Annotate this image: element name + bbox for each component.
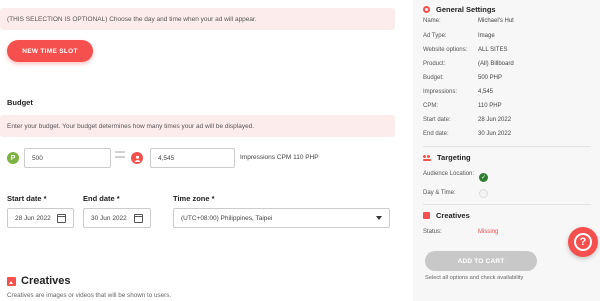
- divider: [423, 146, 591, 147]
- summary-value: 110 PHP: [478, 103, 502, 109]
- summary-key: Start date:: [423, 117, 451, 123]
- pending-icon: [479, 189, 488, 198]
- summary-value: 28 Jun 2022: [478, 117, 512, 123]
- creatives-summary-heading: Creatives: [423, 211, 470, 220]
- impressions-cpm-label: Impressions CPM 110 PHP: [240, 154, 319, 161]
- summary-key: Name:: [423, 18, 441, 24]
- summary-value: 30 Jun 2022: [478, 131, 512, 137]
- equals-icon: [115, 151, 125, 161]
- summary-key: End date:: [423, 131, 449, 137]
- targeting-title: Targeting: [437, 153, 471, 162]
- calendar-icon[interactable]: [134, 213, 143, 223]
- general-settings-title: General Settings: [436, 5, 496, 14]
- creatives-summary-title: Creatives: [436, 211, 470, 220]
- divider: [423, 204, 591, 205]
- summary-value: 500 PHP: [478, 75, 503, 81]
- creatives-heading-text: Creatives: [21, 275, 71, 287]
- budget-heading: Budget: [7, 98, 33, 107]
- creatives-heading: Creatives: [7, 275, 71, 287]
- user-icon: [131, 152, 143, 164]
- budget-note: Enter your budget. Your budget determine…: [0, 115, 395, 137]
- start-date-value: 28 Jun 2022: [15, 214, 51, 222]
- help-icon: ?: [574, 233, 592, 251]
- audience-location-label: Audience Location:: [423, 171, 475, 177]
- budget-input[interactable]: 500: [24, 148, 111, 168]
- budget-input-value: 500: [32, 154, 43, 162]
- summary-value: Image: [478, 33, 495, 39]
- summary-key: Ad Type:: [423, 33, 447, 39]
- budget-note-text: Enter your budget. Your budget determine…: [7, 122, 255, 130]
- creatives-subtext: Creatives are images or videos that will…: [7, 292, 172, 299]
- summary-value: Michael's Hut: [478, 18, 514, 24]
- gear-icon: [423, 6, 430, 13]
- day-time-label: Day & Time:: [423, 190, 456, 196]
- summary-value: 4,545: [478, 89, 494, 95]
- main-form: (THIS SELECTION IS OPTIONAL) Choose the …: [0, 0, 405, 301]
- summary-value: (All) Billboard: [478, 61, 514, 67]
- new-time-slot-button[interactable]: NEW TIME SLOT: [7, 40, 93, 62]
- end-date-input[interactable]: 30 Jun 2022: [83, 208, 151, 228]
- calendar-icon[interactable]: [57, 213, 66, 223]
- status-label: Status:: [423, 229, 442, 235]
- status-value: Missing: [478, 229, 499, 235]
- timezone-select[interactable]: (UTC+08:00) Philippines, Taipei: [173, 208, 390, 228]
- end-date-label: End date *: [83, 194, 120, 203]
- summary-key: CPM:: [423, 103, 438, 109]
- add-to-cart-button[interactable]: ADD TO CART: [425, 251, 537, 271]
- general-settings-heading: General Settings: [423, 5, 496, 14]
- timezone-label: Time zone *: [173, 194, 215, 203]
- help-button[interactable]: ?: [568, 227, 598, 257]
- check-icon: ✓: [479, 173, 488, 182]
- summary-key: Product:: [423, 61, 446, 67]
- optional-schedule-note: (THIS SELECTION IS OPTIONAL) Choose the …: [0, 8, 395, 30]
- targeting-heading: Targeting: [423, 153, 471, 162]
- peso-icon: P: [7, 152, 19, 164]
- start-date-input[interactable]: 28 Jun 2022: [7, 208, 74, 228]
- impressions-input-value: 4,545: [158, 154, 175, 162]
- impressions-input[interactable]: 4,545: [150, 148, 235, 168]
- image-icon: [7, 276, 16, 286]
- summary-key: Website options:: [423, 47, 468, 53]
- optional-schedule-text: (THIS SELECTION IS OPTIONAL) Choose the …: [7, 15, 257, 23]
- timezone-value: (UTC+08:00) Philippines, Taipei: [181, 214, 273, 222]
- summary-value: ALL SITES: [478, 47, 508, 53]
- end-date-value: 30 Jun 2022: [91, 214, 127, 222]
- image-icon: [423, 212, 430, 219]
- summary-key: Impressions:: [423, 89, 458, 95]
- summary-key: Budget:: [423, 75, 444, 81]
- users-icon: [423, 154, 431, 161]
- start-date-label: Start date *: [7, 194, 47, 203]
- chevron-down-icon: [376, 216, 382, 220]
- cart-hint: Select all options and check availabilit…: [425, 275, 524, 281]
